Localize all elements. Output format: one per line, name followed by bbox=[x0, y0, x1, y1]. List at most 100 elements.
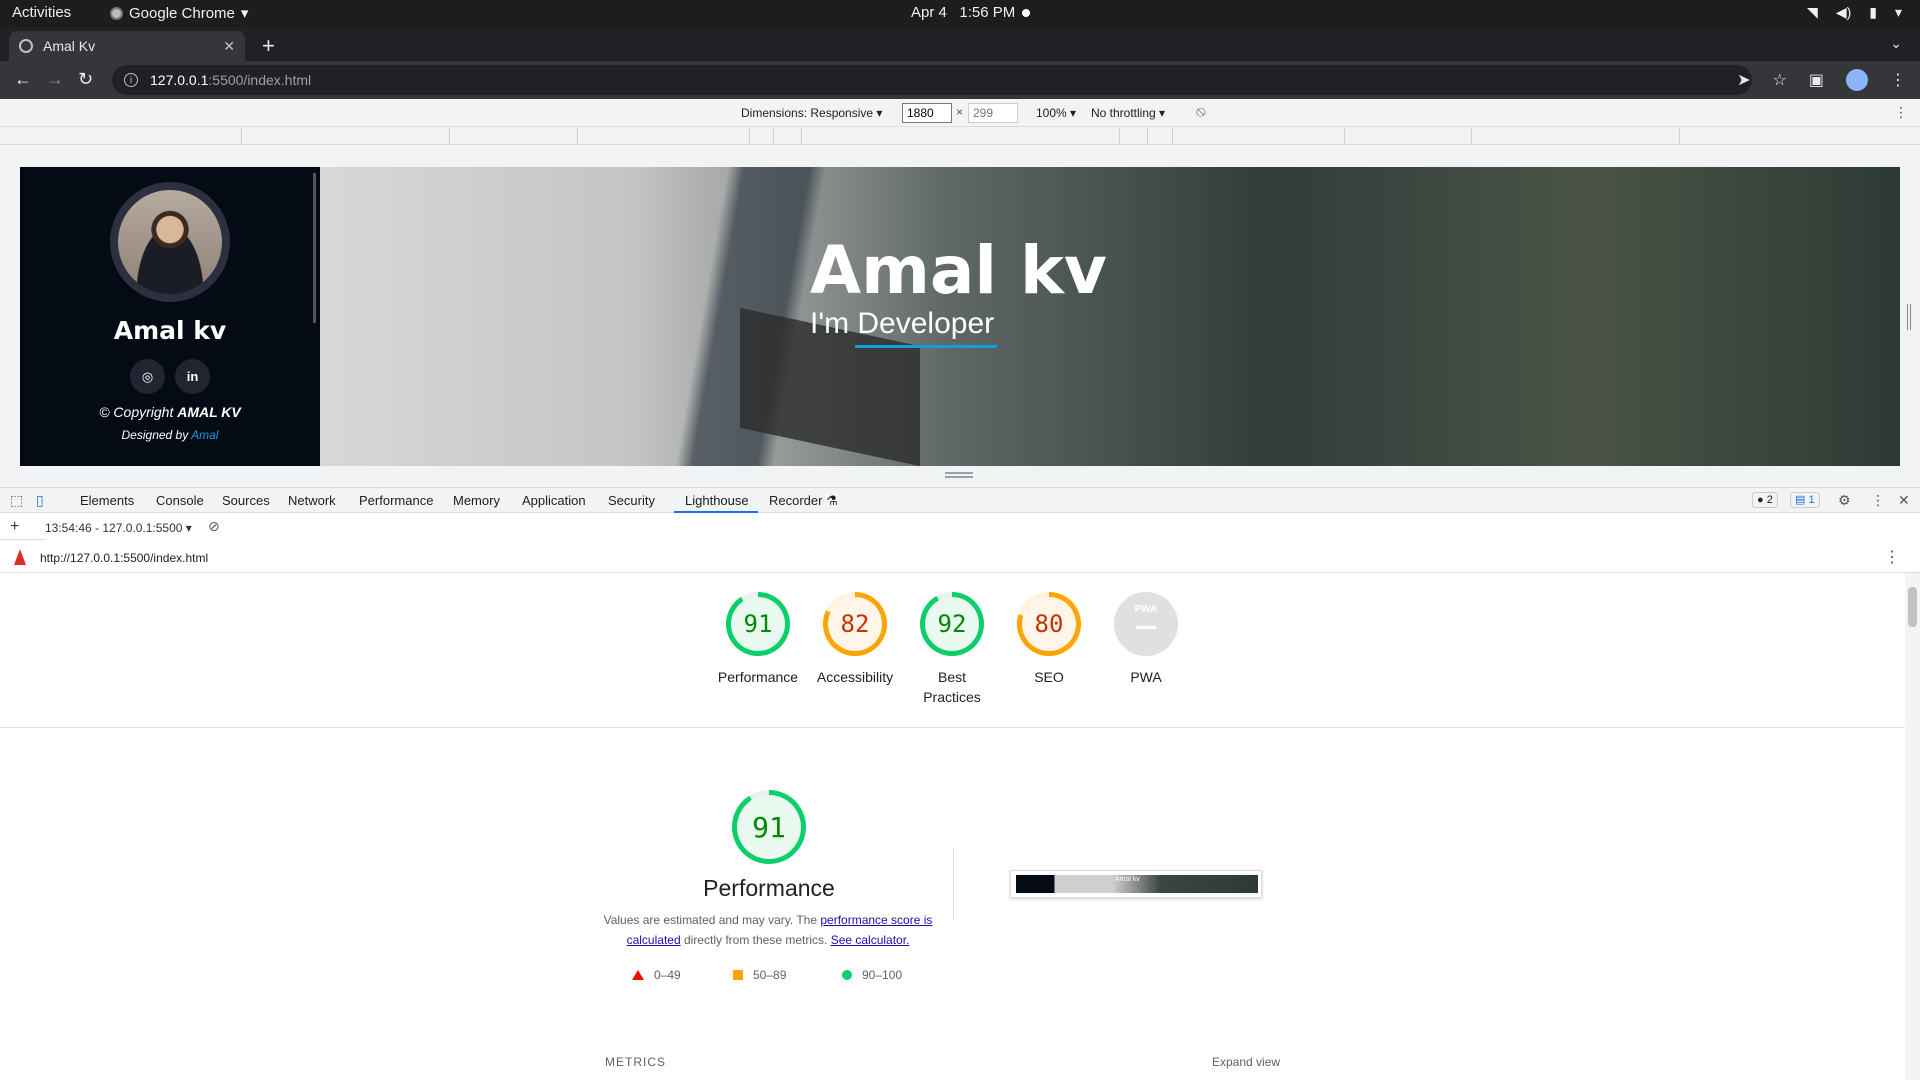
url-path: :5500/index.html bbox=[208, 72, 312, 88]
device-toolbar: Dimensions: Responsive ▾ × 100% ▾ No thr… bbox=[0, 99, 1920, 127]
copyright: © Copyright AMAL KV bbox=[99, 404, 241, 420]
gauge-pwa[interactable]: PWA bbox=[1114, 592, 1178, 656]
os-top-bar: Activities Google Chrome ▾ Apr 4 1:56 PM… bbox=[0, 0, 1920, 27]
sidebar-scrollbar[interactable] bbox=[313, 173, 316, 323]
hero-title: Amal kv bbox=[810, 232, 1107, 309]
tab-sources[interactable]: Sources bbox=[222, 493, 270, 508]
viewport-resize-handle[interactable] bbox=[945, 472, 973, 478]
report-scrollbar[interactable] bbox=[1905, 573, 1920, 1080]
tab-strip: Amal Kv ✕ + ⌄ bbox=[0, 27, 1920, 61]
gauge-performance[interactable]: 91 bbox=[726, 592, 790, 656]
gauge-score: 82 bbox=[840, 610, 870, 638]
reload-icon[interactable]: ↻ bbox=[78, 69, 93, 90]
browser-tab[interactable]: Amal Kv ✕ bbox=[9, 31, 245, 61]
report-url[interactable]: http://127.0.0.1:5500/index.html bbox=[40, 551, 208, 565]
gauge-score: 80 bbox=[1034, 610, 1064, 638]
forward-icon[interactable]: → bbox=[46, 69, 64, 90]
profile-avatar[interactable] bbox=[1846, 69, 1868, 91]
performance-score: 91 bbox=[752, 810, 786, 844]
media-query-ruler[interactable] bbox=[0, 127, 1920, 145]
battery-icon: ▮ bbox=[1869, 4, 1877, 20]
tab-application[interactable]: Application bbox=[522, 493, 586, 508]
tab-console[interactable]: Console bbox=[156, 493, 204, 508]
settings-gear-icon[interactable]: ⚙ bbox=[1838, 492, 1851, 509]
performance-title: Performance bbox=[703, 875, 835, 901]
inspect-element-icon[interactable]: ⬚ bbox=[10, 492, 23, 509]
see-calculator-link[interactable]: See calculator. bbox=[831, 933, 910, 947]
menu-kebab-icon[interactable]: ⋮ bbox=[1890, 70, 1906, 90]
portfolio-sidebar: Amal kv ◎ in © Copyright AMAL KV Designe… bbox=[20, 167, 320, 466]
instagram-icon[interactable]: ◎ bbox=[130, 359, 165, 394]
globe-icon bbox=[19, 39, 33, 53]
tab-performance[interactable]: Performance bbox=[359, 493, 433, 508]
toolbar-actions: ➤ ☆ ▣ ⋮ bbox=[1737, 69, 1906, 91]
device-toggle-icon[interactable]: ▯ bbox=[36, 492, 44, 509]
devtools-more-icon[interactable]: ⋮ bbox=[1871, 492, 1885, 509]
report-menu-icon[interactable]: ⋮ bbox=[1884, 547, 1900, 567]
expand-view-toggle[interactable]: Expand view bbox=[1212, 1055, 1280, 1069]
new-report-icon[interactable]: + bbox=[10, 518, 19, 536]
gauge-label: Performance bbox=[717, 669, 799, 685]
gauge-accessibility[interactable]: 82 bbox=[823, 592, 887, 656]
height-input[interactable] bbox=[968, 103, 1018, 123]
gauge-best-practices[interactable]: 92 bbox=[920, 592, 984, 656]
desc-start: Values are estimated and may vary. The bbox=[603, 913, 821, 927]
messages-badge[interactable]: ▤ 1 bbox=[1790, 492, 1820, 508]
tab-recorder[interactable]: Recorder ⚗ bbox=[769, 493, 838, 509]
close-devtools-icon[interactable]: ✕ bbox=[1898, 492, 1910, 509]
site-info-icon[interactable]: i bbox=[124, 73, 138, 87]
throttling-dropdown[interactable]: No throttling ▾ bbox=[1091, 106, 1165, 120]
scroll-thumb[interactable] bbox=[1908, 587, 1917, 627]
errors-badge[interactable]: ● 2 bbox=[1752, 492, 1778, 508]
dimensions-label: Dimensions: Responsive bbox=[741, 106, 874, 120]
tab-network[interactable]: Network bbox=[288, 493, 336, 508]
tab-elements[interactable]: Elements bbox=[80, 493, 134, 508]
close-tab-icon[interactable]: ✕ bbox=[223, 38, 235, 55]
final-screenshot-thumbnail[interactable]: Amal kv bbox=[1010, 870, 1262, 898]
emulated-page: Amal kv ◎ in © Copyright AMAL KV Designe… bbox=[20, 167, 1900, 466]
send-icon[interactable]: ➤ bbox=[1737, 70, 1750, 90]
active-tab-indicator bbox=[674, 511, 758, 513]
tab-lighthouse[interactable]: Lighthouse bbox=[685, 493, 749, 508]
activities-button[interactable]: Activities bbox=[12, 4, 71, 21]
flask-icon: ⚗ bbox=[826, 493, 838, 508]
section-divider bbox=[0, 727, 1905, 728]
tab-security[interactable]: Security bbox=[608, 493, 655, 508]
tab-memory[interactable]: Memory bbox=[453, 493, 500, 508]
address-bar[interactable]: i 127.0.0.1:5500/index.html bbox=[112, 65, 1752, 95]
url-host: 127.0.0.1 bbox=[150, 72, 209, 88]
clock[interactable]: Apr 4 1:56 PM bbox=[911, 4, 1015, 21]
clear-reports-icon[interactable]: ⊘ bbox=[208, 518, 220, 535]
linkedin-icon[interactable]: in bbox=[175, 359, 210, 394]
performance-description: Values are estimated and may vary. The p… bbox=[595, 910, 941, 950]
report-url-bar: http://127.0.0.1:5500/index.html ⋮ bbox=[0, 541, 1920, 573]
gauge-seo[interactable]: 80 bbox=[1017, 592, 1081, 656]
system-tray[interactable]: ◥ ◀) ▮ ▾ bbox=[1807, 4, 1902, 21]
back-icon[interactable]: ← bbox=[14, 69, 32, 90]
tab-search-icon[interactable]: ⌄ bbox=[1890, 35, 1902, 52]
side-panel-icon[interactable]: ▣ bbox=[1809, 70, 1824, 90]
wifi-icon: ◥ bbox=[1807, 4, 1818, 20]
dimensions-dropdown[interactable]: Dimensions: Responsive ▾ bbox=[741, 106, 882, 120]
report-label: 13:54:46 - 127.0.0.1:5500 bbox=[45, 521, 183, 535]
rotate-icon[interactable]: ⦸ bbox=[1196, 103, 1206, 120]
times-symbol: × bbox=[956, 105, 964, 119]
designer-link[interactable]: Amal bbox=[191, 428, 218, 442]
legend-fail: 0–49 bbox=[632, 968, 681, 982]
throttling-label: No throttling bbox=[1091, 106, 1156, 120]
gauge-label: SEO bbox=[1034, 669, 1064, 685]
copyright-owner: AMAL KV bbox=[177, 404, 241, 420]
new-tab-button[interactable]: + bbox=[262, 33, 275, 59]
app-menu[interactable]: Google Chrome ▾ bbox=[110, 4, 248, 22]
device-more-icon[interactable]: ⋮ bbox=[1894, 104, 1908, 121]
bookmark-star-icon[interactable]: ☆ bbox=[1773, 70, 1787, 90]
devtools-tab-bar: ⬚ ▯ Elements Console Sources Network Per… bbox=[0, 487, 1920, 513]
copyright-prefix: © Copyright bbox=[99, 404, 178, 420]
zoom-dropdown[interactable]: 100% ▾ bbox=[1036, 106, 1076, 120]
tab-recorder-label: Recorder bbox=[769, 493, 823, 508]
pass-circle-icon bbox=[842, 970, 852, 980]
legend-pass-label: 90–100 bbox=[862, 968, 903, 982]
legend-pass: 90–100 bbox=[842, 968, 902, 982]
width-input[interactable] bbox=[902, 103, 952, 123]
viewport-width-handle[interactable] bbox=[1907, 304, 1911, 330]
